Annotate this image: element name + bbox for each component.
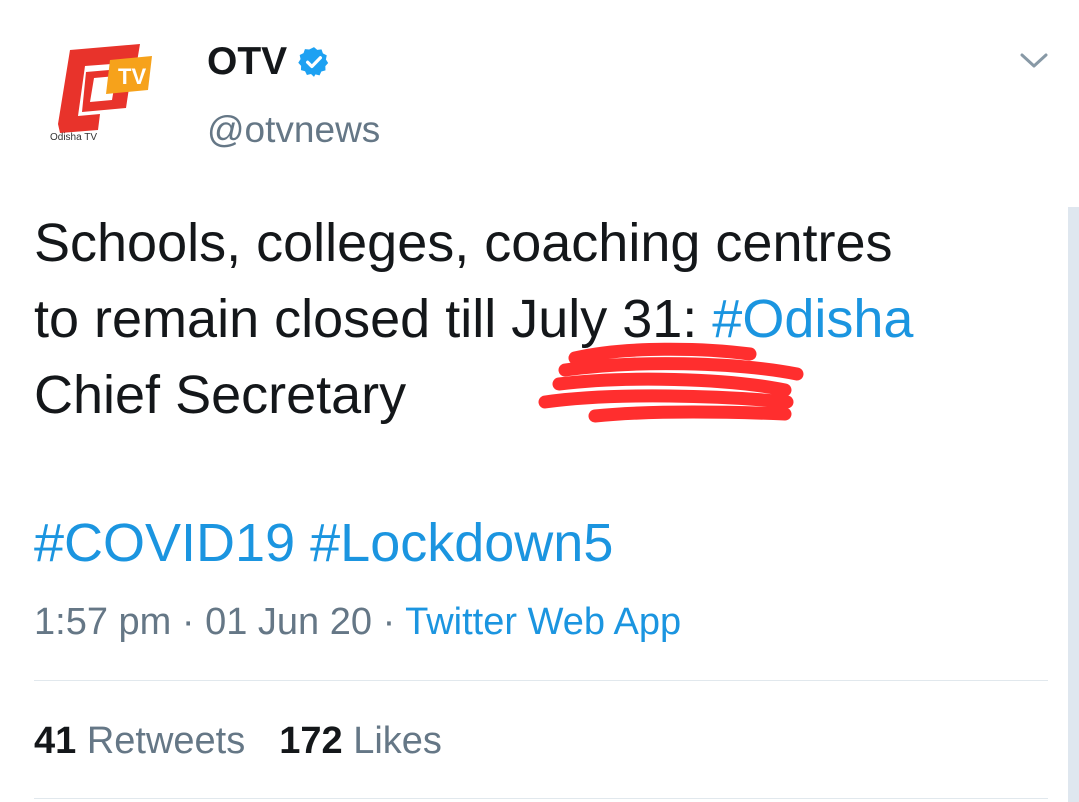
hashtag-lockdown5[interactable]: #Lockdown5 [310, 513, 613, 573]
meta-separator: · [372, 601, 406, 643]
retweets-label: Retweets [76, 720, 246, 762]
svg-text:TV: TV [118, 64, 146, 89]
tweet-date[interactable]: 01 Jun 20 [205, 601, 372, 643]
otv-logo-icon: TV [58, 44, 152, 133]
tweet-source-link[interactable]: Twitter Web App [405, 601, 681, 643]
meta-separator: · [171, 601, 206, 643]
tweet-time[interactable]: 1:57 pm [34, 601, 171, 643]
tweet-line-1: Schools, colleges, coaching centres [34, 213, 893, 273]
tweet-hashtags: #COVID19 #Lockdown5 [34, 505, 613, 581]
tweet-meta: 1:57 pm · 01 Jun 20 · Twitter Web App [34, 598, 681, 646]
likes-label: Likes [342, 720, 442, 762]
likes-count: 172 [279, 720, 343, 762]
display-name[interactable]: OTV [207, 40, 331, 84]
tweet-stats: 41 Retweets 172 Likes [34, 717, 442, 765]
avatar[interactable]: TV Odisha TV [40, 38, 165, 153]
divider [34, 680, 1048, 681]
scrollbar[interactable] [1068, 207, 1079, 802]
likes-stat[interactable]: 172 Likes [279, 720, 442, 762]
avatar-label: Odisha TV [50, 132, 97, 143]
user-handle[interactable]: @otvnews [207, 108, 380, 152]
verified-badge-icon [298, 47, 329, 77]
retweets-count: 41 [34, 720, 77, 762]
hashtag-covid19[interactable]: #COVID19 [34, 513, 295, 573]
retweets-stat[interactable]: 41 Retweets [34, 720, 245, 762]
redaction-scribble [538, 342, 804, 423]
display-name-text: OTV [207, 40, 288, 83]
divider [34, 798, 1048, 799]
chevron-down-icon[interactable] [1016, 47, 1052, 73]
tweet-detail-screen: TV Odisha TV OTV @otvnews Schools, colle… [0, 0, 1079, 802]
